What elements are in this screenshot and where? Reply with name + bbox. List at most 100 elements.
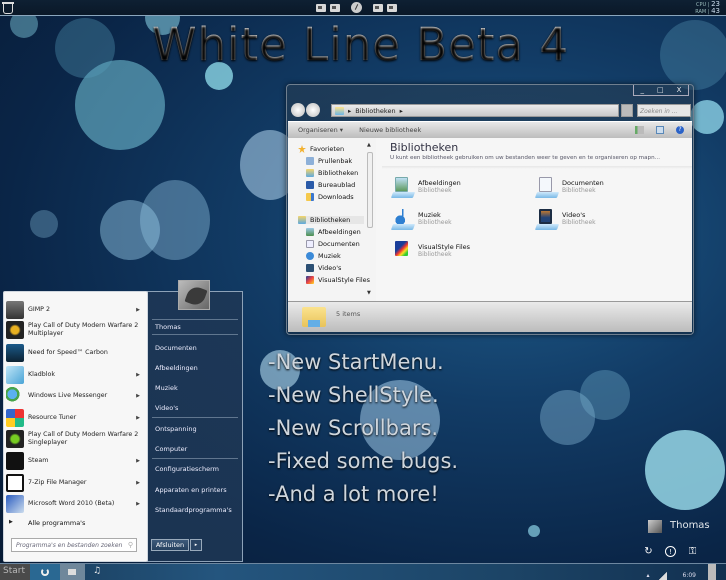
folder-icon[interactable] [316, 3, 326, 12]
feature-line: -New StartMenu. [268, 350, 444, 374]
program-item-messenger[interactable]: Windows Live Messenger ▶ [6, 387, 144, 405]
program-item-7zip[interactable]: 7-Zip File Manager ▶ [6, 474, 144, 492]
program-label: Windows Live Messenger [28, 392, 108, 399]
taskbar-app-explorer[interactable] [60, 564, 85, 580]
program-item-steam[interactable]: Steam ▶ [6, 452, 144, 470]
nav-item-muziek[interactable]: Muziek [306, 252, 341, 260]
back-button[interactable] [291, 103, 305, 117]
start-link-documenten[interactable]: Documenten [155, 344, 197, 352]
program-item-cod-sp[interactable]: Play Call of Duty Modern Warfare 2 Singl… [6, 430, 144, 448]
maximize-button[interactable]: □ [657, 86, 664, 94]
start-link-configuratiescherm[interactable]: Configuratiescherm [155, 465, 219, 473]
user-avatar[interactable] [178, 280, 210, 310]
tray-expand-icon[interactable]: ▴ [647, 572, 650, 579]
program-item-kladblok[interactable]: Kladblok ▶ [6, 366, 144, 384]
submenu-arrow-icon: ▶ [136, 372, 140, 378]
explorer-window: _ □ X ▸ Bibliotheken ▸ Zoeken in ... Org… [286, 84, 694, 335]
cup-logo-icon[interactable] [2, 2, 14, 14]
start-link-ontspanning[interactable]: Ontspanning [155, 425, 197, 433]
help-icon[interactable]: ? [676, 126, 684, 134]
nav-item-documenten[interactable]: Documenten [306, 240, 360, 248]
nav-item-visualstyle[interactable]: VisualStyle Files [306, 276, 370, 284]
music-player-icon[interactable]: ♫ [93, 566, 101, 576]
preview-pane-icon[interactable] [656, 126, 664, 134]
address-bar[interactable]: ▸ Bibliotheken ▸ [331, 104, 619, 117]
all-programs-button[interactable]: Alle programma's [28, 519, 85, 527]
nav-item-bureaublad[interactable]: Bureaublad [306, 181, 355, 189]
shutdown-button[interactable]: Afsluiten [151, 539, 189, 551]
program-item-gimp[interactable]: GIMP 2 ▶ [6, 301, 144, 319]
scroll-down-icon[interactable]: ▼ [367, 290, 371, 296]
library-item[interactable]: Muziek Bibliotheek [390, 208, 452, 230]
start-link-computer[interactable]: Computer [155, 445, 187, 453]
user-widget-avatar[interactable] [648, 520, 662, 533]
minimize-button[interactable]: _ [641, 86, 645, 94]
refresh-button[interactable] [621, 104, 633, 117]
content-description: U kunt een bibliotheek gebruiken om uw b… [390, 155, 660, 161]
program-label: 7-Zip File Manager [28, 479, 87, 486]
power-icon[interactable]: ! [665, 546, 676, 557]
taskbar-app-firefox[interactable] [30, 564, 60, 580]
program-label: GIMP 2 [28, 306, 50, 313]
nav-item-bibliotheken[interactable]: Bibliotheken [306, 169, 358, 177]
clock[interactable]: 6:09 [683, 572, 696, 579]
library-type: Bibliotheek [562, 219, 596, 226]
desktop-icon [306, 181, 314, 189]
program-item-nfs[interactable]: Need for Speed™ Carbon [6, 344, 144, 362]
new-library-button[interactable]: Nieuwe bibliotheek [359, 126, 421, 134]
library-icon [306, 169, 314, 177]
library-item[interactable]: VisualStyle Files Bibliotheek [390, 240, 470, 262]
folder-icon [68, 569, 76, 575]
scroll-thumb[interactable] [367, 152, 373, 228]
nav-label: Video's [318, 264, 342, 272]
restart-icon[interactable]: ↻ [643, 546, 654, 557]
library-item[interactable]: Documenten Bibliotheek [534, 176, 604, 198]
divider [152, 334, 238, 335]
nav-item-downloads[interactable]: Downloads [306, 193, 354, 201]
library-name: Afbeeldingen [418, 179, 461, 187]
program-item-cod-mp[interactable]: Play Call of Duty Modern Warfare 2 Multi… [6, 321, 144, 339]
network-signal-icon[interactable] [657, 571, 667, 580]
start-button[interactable]: Start [0, 564, 30, 580]
library-item[interactable]: Afbeeldingen Bibliotheek [390, 176, 461, 198]
explorer-pane: Favorieten Prullenbak Bibliotheken Burea… [288, 138, 692, 301]
key-icon[interactable]: ⚿ [687, 546, 698, 557]
nav-item-prullenbak[interactable]: Prullenbak [306, 157, 352, 165]
forward-button[interactable] [306, 103, 320, 117]
pictures-folder-icon[interactable] [387, 3, 397, 12]
feature-line: -And a lot more! [268, 482, 439, 506]
close-button[interactable]: X [677, 86, 682, 94]
music-folder-icon[interactable] [373, 3, 383, 12]
shutdown-options-button[interactable]: ▸ [190, 539, 202, 551]
start-link-user[interactable]: Thomas [155, 323, 181, 331]
document-folder-icon[interactable] [330, 3, 340, 12]
start-link-videos[interactable]: Video's [155, 404, 178, 412]
nav-favorites[interactable]: Favorieten [298, 145, 344, 153]
user-widget-name[interactable]: Thomas [670, 520, 710, 531]
recycle-bin-icon [306, 157, 314, 165]
address-trail[interactable]: ▸ [400, 107, 403, 115]
nav-item-videos[interactable]: Video's [306, 264, 341, 272]
program-item-resource-tuner[interactable]: Resource Tuner ▶ [6, 409, 144, 427]
nav-libraries[interactable]: Bibliotheken [298, 216, 364, 224]
show-desktop-button[interactable] [708, 564, 716, 580]
start-link-apparaten[interactable]: Apparaten en printers [155, 486, 227, 494]
start-link-muziek[interactable]: Muziek [155, 384, 178, 392]
organize-button[interactable]: Organiseren ▾ [298, 126, 343, 134]
nav-item-afbeeldingen[interactable]: Afbeeldingen [306, 228, 361, 236]
address-path[interactable]: Bibliotheken [355, 107, 395, 115]
nav-scrollbar[interactable]: ▲ ▼ [366, 142, 374, 297]
clock-icon[interactable] [351, 2, 362, 13]
cod-icon [6, 430, 24, 448]
videos-icon [306, 264, 314, 272]
search-input[interactable]: Zoeken in ... [637, 104, 691, 117]
start-search-input[interactable]: Programma's en bestanden zoeken ⚲ [11, 538, 137, 552]
submenu-arrow-icon: ▶ [136, 458, 140, 464]
scroll-up-icon[interactable]: ▲ [367, 142, 371, 148]
program-item-word[interactable]: Microsoft Word 2010 (Beta) ▶ [6, 495, 144, 513]
documents-library-icon [534, 176, 560, 198]
start-link-afbeeldingen[interactable]: Afbeeldingen [155, 364, 198, 372]
view-options-icon[interactable] [635, 126, 644, 134]
start-link-standaardprogrammas[interactable]: Standaardprogramma's [155, 506, 232, 514]
library-item[interactable]: Video's Bibliotheek [534, 208, 596, 230]
